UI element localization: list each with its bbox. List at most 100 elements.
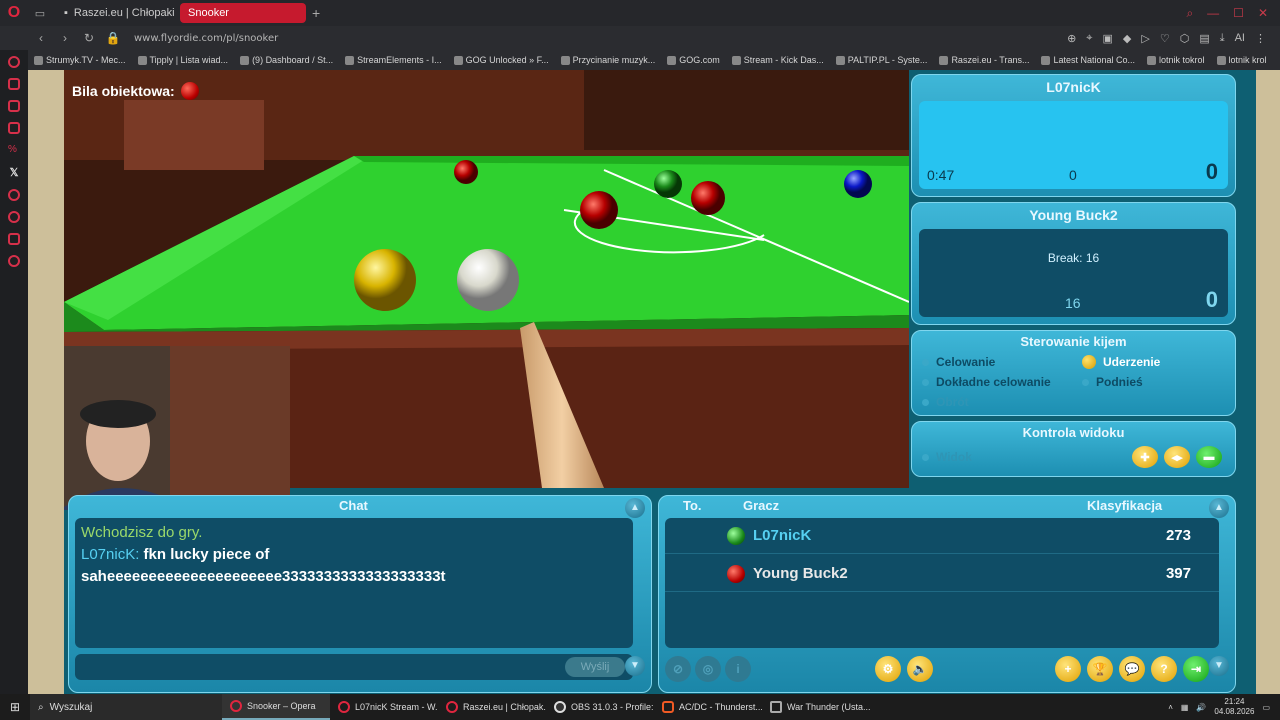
war-thunder-icon [770, 701, 782, 713]
bookmark-item[interactable]: StreamElements - I... [345, 55, 442, 65]
option-aiming[interactable]: Celowanie [922, 355, 1082, 369]
tray-volume-icon[interactable]: 🔊 [1196, 703, 1206, 712]
close-icon[interactable]: ✕ [1258, 6, 1268, 21]
sidebar-aria-icon[interactable] [8, 56, 20, 68]
sidebar-percent-icon[interactable]: % [8, 144, 20, 156]
taskbar-item-raszei[interactable]: Raszei.eu | Chłopak... [438, 694, 546, 720]
settings-gear-icon[interactable]: ⚙ [875, 656, 901, 682]
address-bar: ‹ › ↻ 🔒 www.flyordie.com/pl/snooker ⊕ ⌖ … [0, 26, 1280, 50]
bookmark-item[interactable]: Strumyk.TV - Mec... [34, 55, 126, 65]
chat-messages: Wchodzisz do gry. L07nicK: fkn lucky pie… [75, 518, 633, 648]
taskbar-item-label: L07nicK Stream - W... [355, 702, 438, 712]
table-scroll-up-icon[interactable]: ▲ [1209, 498, 1229, 518]
heart-icon[interactable]: ♡ [1160, 32, 1170, 45]
option-rotate[interactable]: Obrót [922, 395, 1082, 409]
bookmark-item[interactable]: lotnik krol [1216, 55, 1267, 65]
bookmark-item[interactable]: PALTIP.PL - Syste... [835, 55, 927, 65]
option-strike[interactable]: Uderzenie [1082, 355, 1232, 369]
sidebar-history-icon[interactable] [8, 211, 20, 223]
option-precise-aiming[interactable]: Dokładne celowanie [922, 375, 1082, 389]
sidebar-bag-icon[interactable] [8, 78, 20, 90]
windows-start-icon[interactable]: ⊞ [0, 694, 30, 720]
sound-speaker-icon[interactable]: 🔈 [907, 656, 933, 682]
sidebar-settings-icon[interactable] [8, 255, 20, 267]
trophy-icon[interactable]: 🏆 [1087, 656, 1113, 682]
pin-icon[interactable]: ⌖ [1086, 32, 1092, 45]
add-player-icon[interactable]: + [1055, 656, 1081, 682]
play-icon[interactable]: ▷ [1141, 32, 1149, 45]
notifications-icon[interactable]: ▭ [1262, 703, 1270, 712]
option-label: Widok [936, 450, 972, 464]
chat-input[interactable]: Wyślij [75, 654, 633, 680]
bookmark-item[interactable]: GOG Unlocked » F... [453, 55, 549, 65]
bookmark-item[interactable]: lotnik tokrol [1147, 55, 1205, 65]
ai-button[interactable]: AI [1235, 32, 1245, 45]
tray-chevron-icon[interactable]: ˄ [1168, 703, 1173, 712]
radio-dot-icon [922, 378, 929, 386]
cue-control-title: Sterowanie kijem [1020, 334, 1127, 349]
taskbar-item-brave[interactable]: AC/DC - Thunderst... [654, 694, 762, 720]
players-list: L07nicK 273 Young Buck2 397 [665, 518, 1219, 648]
opera-logo-icon[interactable]: O [0, 0, 28, 26]
tab-menu-icon[interactable]: ▭ [28, 0, 52, 26]
back-icon[interactable]: ‹ [32, 31, 50, 45]
tab-raszei[interactable]: ▪ Raszei.eu | Chłopaki z Raszei [56, 3, 176, 23]
send-button[interactable]: Wyślij [565, 657, 625, 677]
tab-snooker[interactable]: Snooker [180, 3, 306, 23]
table-row[interactable]: Young Buck2 397 [665, 556, 1219, 592]
extensions-icon[interactable]: ⬡ [1180, 32, 1190, 45]
taskbar-search[interactable]: ⌕ Wyszukaj [30, 694, 222, 720]
bookmark-item[interactable]: Tipply | Lista wiad... [137, 55, 228, 65]
bookmark-favicon-icon [1041, 55, 1051, 65]
new-tab-plus-icon[interactable]: + [312, 5, 320, 21]
sidebar-player-icon[interactable] [8, 189, 20, 201]
table-scroll-down-icon[interactable]: ▼ [1209, 656, 1229, 676]
zoom-icon[interactable]: ⊕ [1067, 32, 1076, 45]
chat-bubble-icon[interactable]: 💬 [1119, 656, 1145, 682]
reload-icon[interactable]: ↻ [80, 31, 98, 45]
view-rotate-icon[interactable]: ◂▸ [1164, 446, 1190, 468]
bookmark-item[interactable]: Przycinanie muzyk... [560, 55, 655, 65]
maximize-icon[interactable]: ☐ [1233, 6, 1244, 21]
windows-taskbar: ⊞ ⌕ Wyszukaj Snooker – Opera L07nicK Str… [0, 694, 1280, 720]
sidebar-messenger-icon[interactable] [8, 100, 20, 112]
taskbar-item-warthunder[interactable]: War Thunder (Usta... [762, 694, 870, 720]
bookmark-item[interactable]: Latest National Co... [1041, 55, 1135, 65]
bookmark-item[interactable]: (9) Dashboard / St... [240, 55, 333, 65]
url-field[interactable]: www.flyordie.com/pl/snooker [134, 33, 278, 44]
sidebar-pin-icon[interactable] [8, 233, 20, 245]
view-height-icon[interactable]: ▬ [1196, 446, 1222, 468]
help-question-icon[interactable]: ? [1151, 656, 1177, 682]
tool-disabled-2-icon[interactable]: ◎ [695, 656, 721, 682]
forward-icon[interactable]: › [56, 31, 74, 45]
tray-clock[interactable]: 21:24 04.08.2026 [1214, 697, 1254, 717]
chat-scroll-up-icon[interactable]: ▲ [625, 498, 645, 518]
sidebar-instagram-icon[interactable] [8, 122, 20, 134]
tray-network-icon[interactable]: ▦ [1181, 703, 1189, 712]
download-icon[interactable]: ⤓ [1220, 32, 1225, 45]
table-row[interactable]: L07nicK 273 [665, 518, 1219, 554]
tool-disabled-3-icon[interactable]: i [725, 656, 751, 682]
view-move-icon[interactable]: ✚ [1132, 446, 1158, 468]
taskbar-item-opera[interactable]: Snooker – Opera [222, 694, 330, 720]
taskbar-item-obs[interactable]: OBS 31.0.3 - Profile:... [546, 694, 654, 720]
bookmark-item[interactable]: GOG.com [667, 55, 720, 65]
chat-scroll-down-icon[interactable]: ▼ [625, 656, 645, 676]
bookmark-item[interactable]: Stream - Kick Das... [731, 55, 824, 65]
exit-door-icon[interactable]: ⇥ [1183, 656, 1209, 682]
wallet-icon[interactable]: ▤ [1199, 32, 1209, 45]
option-view[interactable]: Widok [922, 450, 1126, 464]
menu-icon[interactable]: ⋮ [1255, 32, 1266, 45]
tool-disabled-1-icon[interactable]: ⊘ [665, 656, 691, 682]
minimize-icon[interactable]: — [1207, 6, 1219, 21]
sidebar-x-icon[interactable]: 𝕏 [10, 166, 19, 179]
snapshot-icon[interactable]: ▣ [1102, 32, 1112, 45]
players-table: To. Gracz Klasyfikacja ▲ L07nicK 273 You… [658, 495, 1236, 693]
opera-icon [338, 701, 350, 713]
bookmark-item[interactable]: Raszei.eu - Trans... [939, 55, 1029, 65]
search-tabs-icon[interactable]: ⌕ [1186, 6, 1193, 21]
option-raise[interactable]: Podnieś [1082, 375, 1232, 389]
taskbar-item-stream[interactable]: L07nicK Stream - W... [330, 694, 438, 720]
shield-icon[interactable]: ◆ [1123, 32, 1131, 45]
browser-sidebar: % 𝕏 [0, 50, 28, 694]
